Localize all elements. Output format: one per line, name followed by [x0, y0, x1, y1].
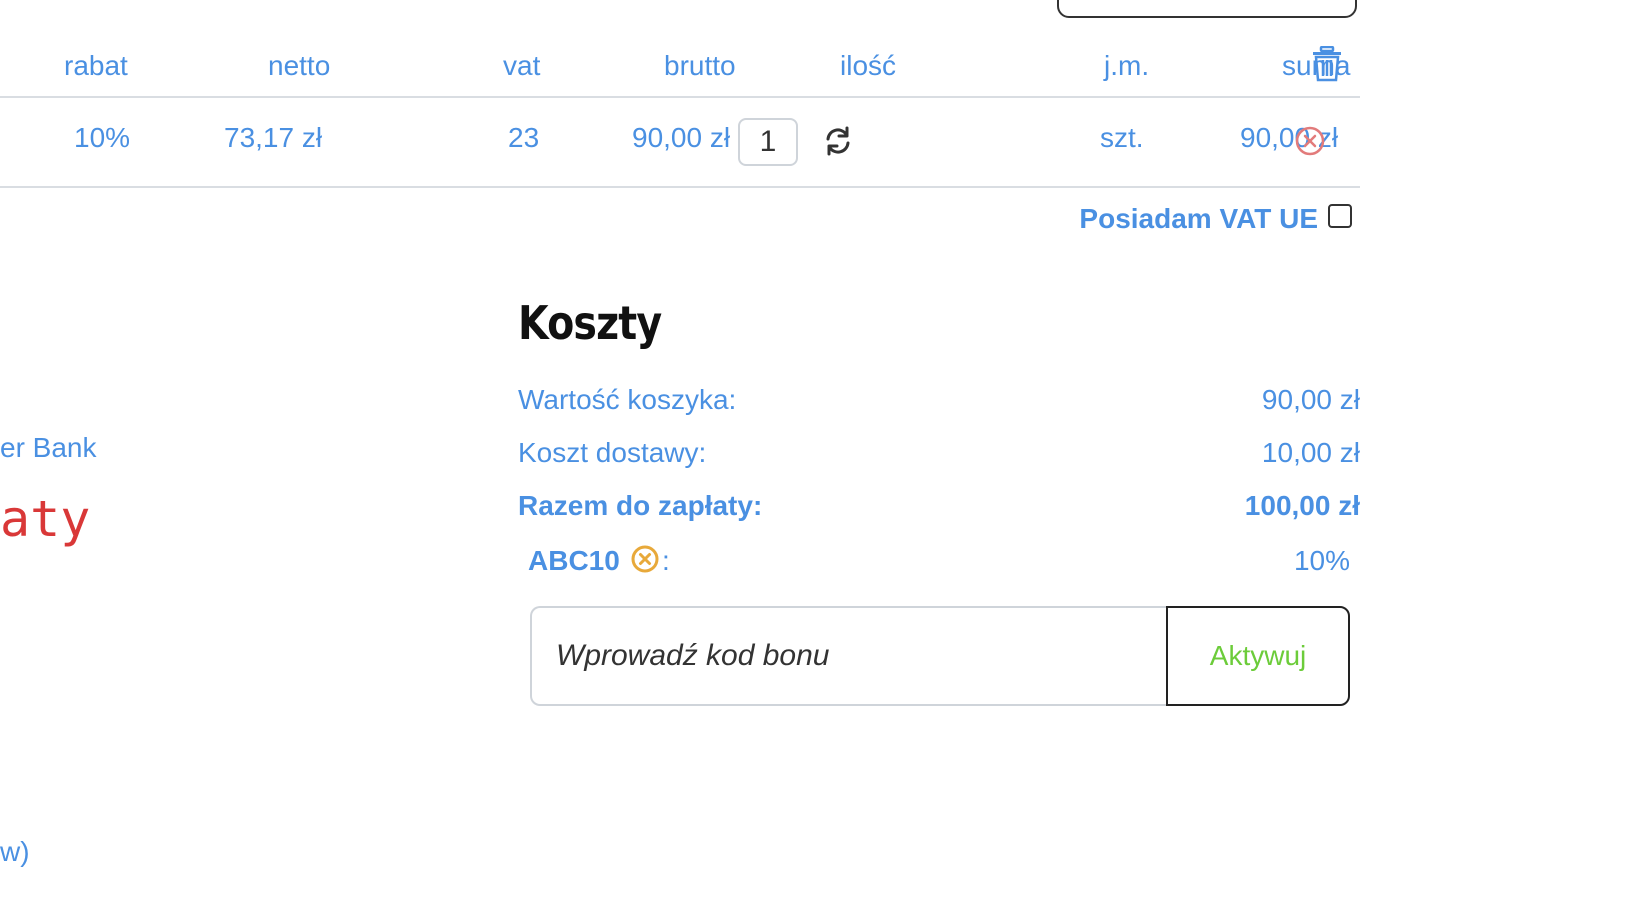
bottom-text-fragment: w): [0, 836, 30, 867]
coupon-value: 10%: [1293, 545, 1350, 576]
table-row-divider: [0, 186, 1360, 188]
remove-circle-icon[interactable]: [1294, 125, 1326, 157]
top-partial-box[interactable]: [1057, 0, 1357, 18]
cell-rabat: 10%: [74, 122, 131, 153]
coupon-row: ABC10 : 10%: [528, 545, 1350, 585]
costs-title: Koszty: [518, 296, 662, 350]
header-jm: j.m.: [1104, 50, 1150, 81]
cost-label: Wartość koszyka:: [518, 384, 737, 415]
vat-ue-checkbox[interactable]: [1328, 204, 1352, 228]
red-heading-fragment: aty: [0, 490, 91, 548]
quantity-input[interactable]: [738, 118, 798, 166]
header-vat: vat: [503, 50, 541, 81]
header-netto: netto: [268, 50, 331, 81]
coupon-remove-icon[interactable]: [630, 544, 660, 574]
total-label: Razem do zapłaty:: [518, 490, 763, 521]
cost-row-total: Razem do zapłaty: 100,00 zł: [518, 490, 1360, 530]
cost-row-delivery: Koszt dostawy: 10,00 zł: [518, 437, 1360, 477]
header-ilosc: ilość: [840, 50, 897, 81]
vat-ue-label[interactable]: Posiadam VAT UE: [1000, 203, 1318, 235]
cost-label: Koszt dostawy:: [518, 437, 707, 468]
payment-method-fragment[interactable]: er Bank: [0, 432, 97, 464]
voucher-code-input[interactable]: [530, 606, 1168, 706]
coupon-colon: :: [662, 545, 670, 576]
cell-brutto: 90,00 zł: [632, 122, 731, 153]
cost-row-cart-value: Wartość koszyka: 90,00 zł: [518, 384, 1360, 424]
table-header-divider: [0, 96, 1360, 98]
cart-page: rabat netto vat brutto ilość j.m. suma 1…: [0, 0, 1630, 898]
total-value: 100,00 zł: [1244, 490, 1360, 521]
coupon-code: ABC10: [528, 545, 620, 576]
cell-jm: szt.: [1100, 122, 1144, 153]
cell-netto: 73,17 zł: [224, 122, 323, 153]
header-brutto: brutto: [664, 50, 736, 81]
trash-icon[interactable]: [1312, 46, 1342, 82]
cell-vat: 23: [508, 122, 540, 153]
refresh-icon[interactable]: [823, 126, 853, 156]
header-rabat: rabat: [64, 50, 128, 81]
activate-voucher-button[interactable]: Aktywuj: [1166, 606, 1350, 706]
cost-value: 10,00 zł: [1261, 437, 1360, 468]
cost-value: 90,00 zł: [1261, 384, 1360, 415]
